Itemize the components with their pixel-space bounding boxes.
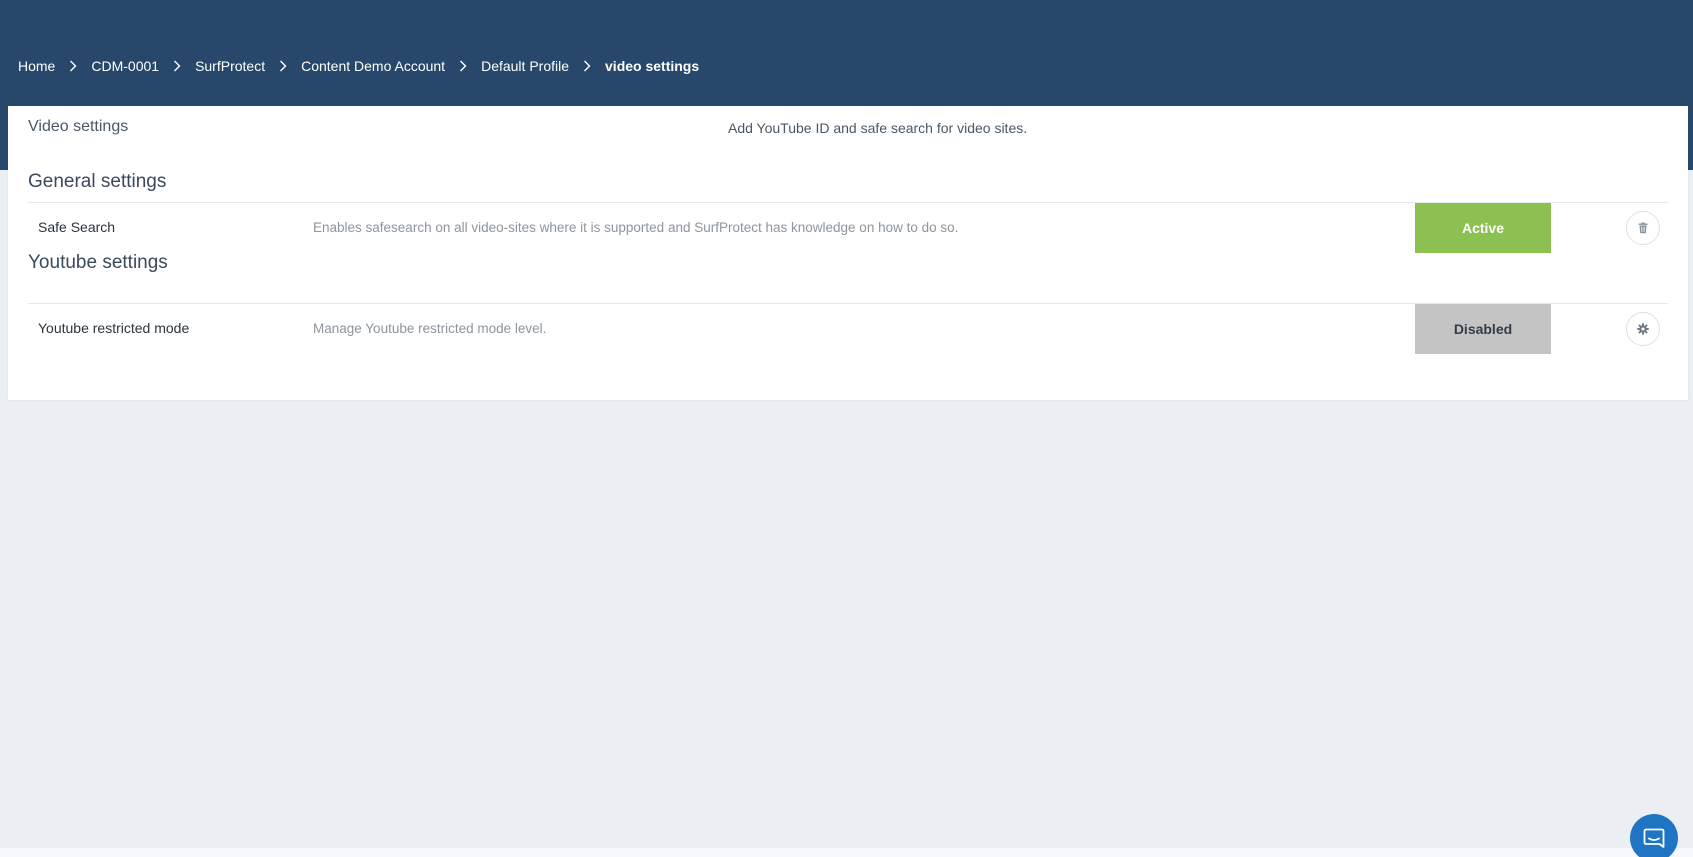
chevron-right-icon xyxy=(583,60,591,72)
bottom-bar xyxy=(0,848,1693,857)
chevron-right-icon xyxy=(173,60,181,72)
setting-row-youtube-restricted: Youtube restricted mode Manage Youtube r… xyxy=(28,303,1668,354)
trash-icon xyxy=(1638,222,1648,234)
breadcrumb-home[interactable]: Home xyxy=(18,58,55,74)
youtube-restricted-status-button[interactable]: Disabled xyxy=(1415,304,1551,354)
breadcrumb-product[interactable]: SurfProtect xyxy=(195,58,265,74)
setting-label: Safe Search xyxy=(38,219,116,235)
settings-button[interactable] xyxy=(1626,312,1660,346)
panel-title: Video settings xyxy=(28,118,129,135)
section-title-youtube: Youtube settings xyxy=(28,252,168,273)
setting-label: Youtube restricted mode xyxy=(38,320,190,336)
setting-description: Manage Youtube restricted mode level. xyxy=(313,321,547,336)
setting-description: Enables safesearch on all video-sites wh… xyxy=(313,220,959,235)
breadcrumb: Home CDM-0001 SurfProtect Content Demo A… xyxy=(18,56,699,76)
breadcrumb-current: video settings xyxy=(605,58,700,74)
chevron-right-icon xyxy=(279,60,287,72)
video-settings-panel: Video settings Add YouTube ID and safe s… xyxy=(8,106,1688,400)
breadcrumb-account[interactable]: Content Demo Account xyxy=(301,58,445,74)
chat-launcher-button[interactable] xyxy=(1630,814,1678,857)
breadcrumb-account-id[interactable]: CDM-0001 xyxy=(91,58,159,74)
safe-search-status-button[interactable]: Active xyxy=(1415,203,1551,253)
breadcrumb-profile[interactable]: Default Profile xyxy=(481,58,569,74)
setting-row-safe-search: Safe Search Enables safesearch on all vi… xyxy=(28,202,1668,253)
delete-button[interactable] xyxy=(1626,211,1660,245)
chevron-right-icon xyxy=(69,60,77,72)
panel-description: Add YouTube ID and safe search for video… xyxy=(728,120,1028,136)
chat-icon xyxy=(1643,828,1665,848)
gear-icon xyxy=(1637,323,1649,335)
section-title-general: General settings xyxy=(28,171,167,192)
chevron-right-icon xyxy=(459,60,467,72)
